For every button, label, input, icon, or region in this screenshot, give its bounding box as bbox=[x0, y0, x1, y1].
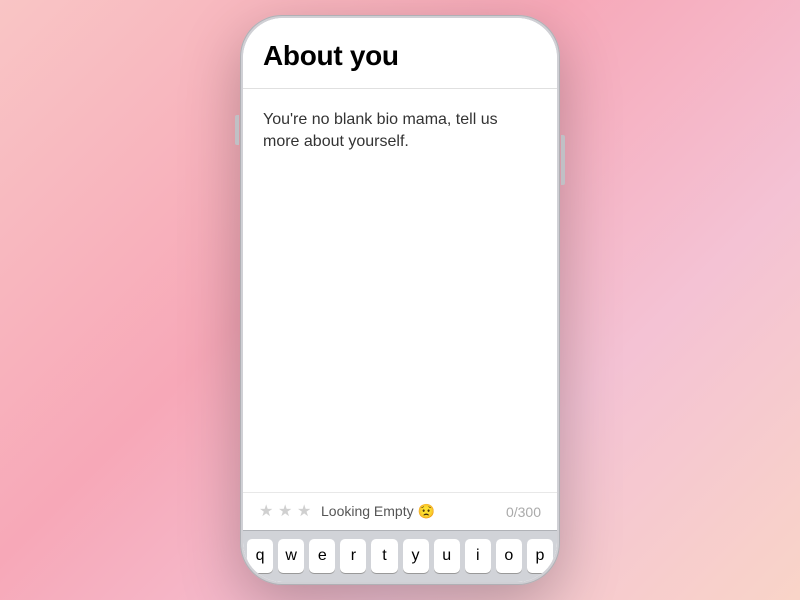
phone-screen: About you You're no blank bio mama, tell… bbox=[243, 18, 557, 582]
phone-frame: About you You're no blank bio mama, tell… bbox=[240, 15, 560, 585]
key-y[interactable]: y bbox=[403, 539, 429, 573]
status-label: Looking Empty 😟 bbox=[321, 503, 435, 520]
key-q[interactable]: q bbox=[247, 539, 273, 573]
keyboard-row-1: q w e r t y u i o p bbox=[247, 539, 553, 573]
key-i[interactable]: i bbox=[465, 539, 491, 573]
key-w[interactable]: w bbox=[278, 539, 304, 573]
star-1: ★ bbox=[259, 504, 275, 520]
key-u[interactable]: u bbox=[434, 539, 460, 573]
rating-stars: ★ ★ ★ bbox=[259, 504, 313, 520]
content-area: About you You're no blank bio mama, tell… bbox=[243, 18, 557, 582]
bottom-bar: ★ ★ ★ Looking Empty 😟 0/300 bbox=[243, 492, 557, 530]
key-o[interactable]: o bbox=[496, 539, 522, 573]
char-count: 0/300 bbox=[506, 504, 541, 520]
key-p[interactable]: p bbox=[527, 539, 553, 573]
keyboard[interactable]: q w e r t y u i o p bbox=[243, 530, 557, 582]
key-r[interactable]: r bbox=[340, 539, 366, 573]
stars-status-group: ★ ★ ★ Looking Empty 😟 bbox=[259, 503, 435, 520]
bio-text-area[interactable]: You're no blank bio mama, tell us more a… bbox=[243, 89, 557, 492]
key-t[interactable]: t bbox=[371, 539, 397, 573]
key-e[interactable]: e bbox=[309, 539, 335, 573]
page-title: About you bbox=[243, 18, 557, 88]
star-3: ★ bbox=[297, 504, 313, 520]
star-2: ★ bbox=[278, 504, 294, 520]
bio-placeholder: You're no blank bio mama, tell us more a… bbox=[263, 109, 537, 154]
